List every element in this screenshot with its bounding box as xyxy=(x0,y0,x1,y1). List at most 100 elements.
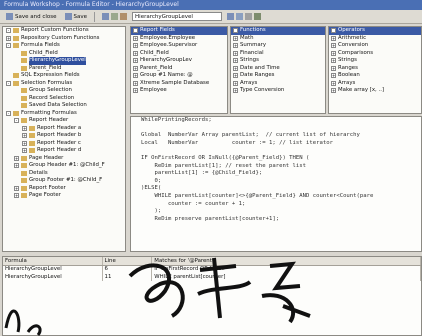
pane-item[interactable]: + Strings xyxy=(329,57,421,65)
pane-root-item[interactable]: - Operators xyxy=(329,27,421,35)
code-line[interactable]: ReDim preserve parentList[counter+1]; xyxy=(131,216,421,224)
code-line[interactable] xyxy=(131,147,421,155)
expand-toggle-icon[interactable]: + xyxy=(233,50,238,56)
expand-toggle-icon[interactable]: + xyxy=(22,148,27,154)
tree-item[interactable]: - Selection Formulas xyxy=(3,80,125,88)
expand-toggle-icon[interactable]: + xyxy=(133,58,138,64)
pane-item[interactable]: + Strings xyxy=(231,57,325,65)
code-line[interactable]: ReDim parentList[1]; // reset the parent… xyxy=(131,163,421,171)
column-line[interactable]: Line xyxy=(103,257,153,265)
operators-pane[interactable]: - Operators + Arithmetic + Conversion + Compari… xyxy=(328,26,422,114)
tree-item[interactable]: - Report Custom Functions xyxy=(3,27,125,35)
pane-item[interactable]: + Parent_Field xyxy=(131,65,227,73)
pane-item[interactable]: + Employee.Supervisor xyxy=(131,42,227,50)
expand-toggle-icon[interactable]: + xyxy=(133,50,138,56)
expand-toggle-icon[interactable]: + xyxy=(331,65,336,71)
pane-item[interactable]: + Arrays xyxy=(231,80,325,88)
toolbar-tools-2[interactable] xyxy=(224,11,264,22)
pane-item[interactable]: + Financial xyxy=(231,50,325,58)
formula-selector[interactable]: HierarchyGroupLevel xyxy=(132,12,223,21)
expand-toggle-icon[interactable]: + xyxy=(14,185,19,191)
pane-item[interactable]: + Comparisons xyxy=(329,50,421,58)
tree-item[interactable]: Record Selection xyxy=(3,95,125,103)
code-line[interactable]: WHILE parentList[counter]<>{@Parent_Fiel… xyxy=(131,193,421,201)
expand-toggle-icon[interactable]: + xyxy=(6,35,11,41)
expand-toggle-icon[interactable]: + xyxy=(14,193,19,199)
expand-toggle-icon[interactable]: + xyxy=(331,43,336,49)
tree-item[interactable]: + Group Header #1: @Child_F xyxy=(3,162,125,170)
expand-toggle-icon[interactable]: + xyxy=(331,58,336,64)
tree-item[interactable]: - Formatting Formulas xyxy=(3,110,125,118)
expand-toggle-icon[interactable]: + xyxy=(22,140,27,146)
pane-root-item[interactable]: - Functions xyxy=(231,27,325,35)
expand-toggle-icon[interactable]: + xyxy=(233,43,238,49)
pane-item[interactable]: + Math xyxy=(231,35,325,43)
expand-toggle-icon[interactable]: - xyxy=(233,28,238,34)
tree-item[interactable]: + Page Header xyxy=(3,155,125,163)
tree-item[interactable]: + Report Header c xyxy=(3,140,125,148)
workshop-tree[interactable]: - Report Custom Functions + Repository Cust… xyxy=(2,26,126,252)
expand-toggle-icon[interactable]: + xyxy=(331,35,336,41)
expand-toggle-icon[interactable]: + xyxy=(233,35,238,41)
save-and-close-button[interactable]: Save and close xyxy=(3,11,60,22)
expand-toggle-icon[interactable]: + xyxy=(233,80,238,86)
formula-editor[interactable]: WhilePrintingRecords; Global NumberVar Ar… xyxy=(130,116,422,252)
expand-toggle-icon[interactable]: + xyxy=(133,43,138,49)
tree-item[interactable]: - Formula Fields xyxy=(3,42,125,50)
expand-toggle-icon[interactable]: + xyxy=(331,50,336,56)
tree-item[interactable]: + Repository Custom Functions xyxy=(3,35,125,43)
tree-item[interactable]: Group Selection xyxy=(3,87,125,95)
tree-item[interactable]: Saved Data Selection xyxy=(3,102,125,110)
expand-toggle-icon[interactable]: - xyxy=(133,28,138,34)
expand-toggle-icon[interactable]: + xyxy=(133,80,138,86)
tree-item[interactable]: + Page Footer xyxy=(3,192,125,200)
results-row[interactable]: HierarchyGroupLevel 6 IF OnFirstRecord O… xyxy=(3,266,421,274)
pane-item[interactable]: + Xtreme Sample Database xyxy=(131,80,227,88)
expand-toggle-icon[interactable]: + xyxy=(233,73,238,79)
tree-item[interactable]: Details xyxy=(3,170,125,178)
tree-item[interactable]: + Report Header d xyxy=(3,147,125,155)
expand-toggle-icon[interactable]: + xyxy=(133,88,138,94)
pane-item[interactable]: + Summary xyxy=(231,42,325,50)
expand-toggle-icon[interactable]: + xyxy=(14,163,19,169)
expand-toggle-icon[interactable]: + xyxy=(22,125,27,131)
expand-toggle-icon[interactable]: + xyxy=(133,35,138,41)
pane-item[interactable]: + Child_Field xyxy=(131,50,227,58)
functions-pane[interactable]: - Functions + Math + Summary + Financial + String… xyxy=(230,26,326,114)
pane-item[interactable]: + Boolean xyxy=(329,72,421,80)
expand-toggle-icon[interactable]: + xyxy=(331,80,336,86)
pane-item[interactable]: + Ranges xyxy=(329,65,421,73)
results-row[interactable]: HierarchyGroupLevel 11 WHILE parentList[… xyxy=(3,273,421,281)
pane-root-item[interactable]: - Report Fields xyxy=(131,27,227,35)
column-formula[interactable]: Formula xyxy=(3,257,103,265)
code-line[interactable]: WhilePrintingRecords; xyxy=(131,117,421,125)
tree-item[interactable]: + Report Header a xyxy=(3,125,125,133)
column-matches[interactable]: Matches for '@Parent xyxy=(152,257,421,265)
tree-item[interactable]: Parent_Field xyxy=(3,65,125,73)
expand-toggle-icon[interactable]: - xyxy=(6,43,11,49)
pane-item[interactable]: + Conversion xyxy=(329,42,421,50)
expand-toggle-icon[interactable]: + xyxy=(331,88,336,94)
expand-toggle-icon[interactable]: + xyxy=(133,73,138,79)
expand-toggle-icon[interactable]: - xyxy=(6,110,11,116)
code-line[interactable]: Global NumberVar Array parentList; // cu… xyxy=(131,132,421,140)
pane-item[interactable]: + Date Ranges xyxy=(231,72,325,80)
expand-toggle-icon[interactable]: + xyxy=(14,155,19,161)
pane-item[interactable]: + Group #1 Name: @ xyxy=(131,72,227,80)
tree-item[interactable]: SQL Expression Fields xyxy=(3,72,125,80)
tree-item[interactable]: - Report Header xyxy=(3,117,125,125)
code-line[interactable]: counter := counter + 1; xyxy=(131,201,421,209)
pane-item[interactable]: + Arithmetic xyxy=(329,35,421,43)
fields-pane[interactable]: - Report Fields + Employee.Employee + Employe… xyxy=(130,26,228,114)
tree-item[interactable]: Group Footer #1: @Child_F xyxy=(3,177,125,185)
code-line[interactable]: ); xyxy=(131,208,421,216)
toolbar-tools[interactable] xyxy=(99,11,130,22)
pane-item[interactable]: + Date and Time xyxy=(231,65,325,73)
code-line[interactable]: IF OnFirstRecord OR IsNull({@Parent_Fiel… xyxy=(131,155,421,163)
expand-toggle-icon[interactable]: + xyxy=(133,65,138,71)
pane-item[interactable]: + Employee xyxy=(131,87,227,95)
expand-toggle-icon[interactable]: + xyxy=(331,73,336,79)
pane-item[interactable]: + Type Conversion xyxy=(231,87,325,95)
expand-toggle-icon[interactable]: + xyxy=(233,58,238,64)
code-line[interactable]: parentList[1] := {@Child_Field}; xyxy=(131,170,421,178)
